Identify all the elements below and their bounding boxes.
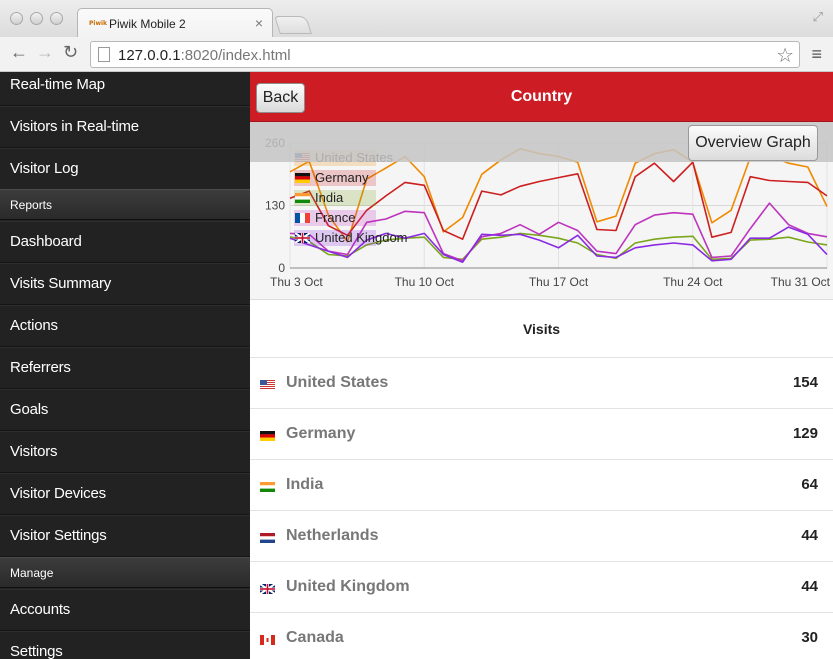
- url-text[interactable]: 127.0.0.1:8020/index.html: [118, 47, 291, 64]
- flag-nl-icon: [260, 530, 275, 543]
- sidebar-item-visitor-settings[interactable]: Visitor Settings: [0, 515, 250, 557]
- browser-tab[interactable]: Piwik Piwik Mobile 2 ×: [77, 8, 273, 38]
- flag-de-icon: [260, 428, 275, 441]
- graph-area: 0130260Thu 3 OctThu 10 OctThu 17 OctThu …: [250, 122, 833, 300]
- visits-value: 129: [792, 425, 818, 442]
- y-tick-label: 130: [265, 199, 285, 213]
- menu-icon[interactable]: ≡: [811, 44, 822, 65]
- country-name: India: [286, 476, 324, 493]
- x-tick-label: Thu 31 Oct: [771, 275, 831, 289]
- visits-value: 44: [801, 527, 818, 544]
- page-title: Country: [510, 88, 573, 105]
- fullscreen-icon[interactable]: ⤢: [813, 9, 823, 25]
- y-tick-label: 0: [278, 261, 285, 275]
- legend-flag-fr-icon: [295, 213, 310, 223]
- sidebar-item-settings[interactable]: Settings: [0, 631, 250, 659]
- table-row[interactable]: United States 154: [250, 358, 833, 409]
- zoom-window-button[interactable]: [50, 12, 63, 25]
- main-content: Back Country 0130260Thu 3 OctThu 10 OctT…: [250, 72, 833, 659]
- sidebar-item-dashboard[interactable]: Dashboard: [0, 221, 250, 263]
- back-arrow-icon[interactable]: ←: [10, 42, 28, 63]
- reload-icon[interactable]: ↻: [63, 42, 78, 63]
- page-header: Back Country: [250, 72, 833, 122]
- piwik-favicon-icon: Piwik: [89, 20, 108, 27]
- sidebar-section-manage: Manage: [0, 557, 250, 588]
- close-window-button[interactable]: [10, 12, 23, 25]
- flag-us-icon: [260, 377, 275, 389]
- sidebar-item-referrers[interactable]: Referrers: [0, 347, 250, 389]
- sidebar: Real-time Map Visitors in Real-time Visi…: [0, 72, 250, 659]
- legend-label: Germany: [315, 170, 369, 185]
- sidebar-item-actions[interactable]: Actions: [0, 305, 250, 347]
- flag-gb-icon: [259, 581, 276, 595]
- legend-label: India: [315, 190, 344, 205]
- table-row[interactable]: India 64: [250, 460, 833, 511]
- address-bar[interactable]: 127.0.0.1:8020/index.html ☆: [90, 41, 800, 68]
- browser-titlebar: Piwik Piwik Mobile 2 × ⤢: [0, 0, 833, 38]
- legend-label: France: [315, 210, 355, 225]
- bookmark-star-icon[interactable]: ☆: [776, 43, 794, 68]
- country-name: Canada: [286, 629, 344, 646]
- tab-close-icon[interactable]: ×: [255, 15, 263, 31]
- table-row[interactable]: Netherlands 44: [250, 511, 833, 562]
- legend-flag-gb-icon: [295, 233, 310, 243]
- country-name: Germany: [286, 425, 356, 442]
- sidebar-item-visitor-log[interactable]: Visitor Log: [0, 148, 250, 190]
- url-path: :8020/index.html: [180, 47, 291, 64]
- page-icon: [98, 47, 110, 62]
- flag-ca-icon: [260, 632, 275, 645]
- table-row[interactable]: United Kingdom 44: [250, 562, 833, 613]
- legend-flag-de-icon: [295, 173, 310, 183]
- country-name: United Kingdom: [286, 578, 410, 595]
- sidebar-item-visits-summary[interactable]: Visits Summary: [0, 263, 250, 305]
- visits-value: 30: [801, 629, 818, 646]
- new-tab-button[interactable]: [274, 16, 312, 34]
- x-tick-label: Thu 10 Oct: [395, 275, 455, 289]
- table-row[interactable]: Canada 30: [250, 613, 833, 659]
- legend-label: United Kingdom: [315, 230, 408, 245]
- legend-flag-in-icon: [295, 193, 310, 203]
- sidebar-item-accounts[interactable]: Accounts: [0, 589, 250, 631]
- forward-arrow-icon[interactable]: →: [36, 42, 54, 63]
- visits-value: 64: [801, 476, 818, 493]
- minimize-window-button[interactable]: [30, 12, 43, 25]
- sidebar-item-realtime-map[interactable]: Real-time Map: [0, 72, 250, 106]
- table-row[interactable]: Germany 129: [250, 409, 833, 460]
- country-name: Netherlands: [286, 527, 379, 544]
- overview-graph-button[interactable]: Overview Graph: [688, 125, 818, 161]
- flag-in-icon: [260, 479, 275, 492]
- visits-value: 44: [801, 578, 818, 595]
- sidebar-item-visitors-realtime[interactable]: Visitors in Real-time: [0, 106, 250, 148]
- url-host: 127.0.0.1: [118, 47, 181, 64]
- x-tick-label: Thu 24 Oct: [663, 275, 723, 289]
- x-tick-label: Thu 17 Oct: [529, 275, 589, 289]
- country-name: United States: [286, 374, 389, 391]
- visits-value: 154: [792, 374, 818, 391]
- sidebar-item-visitor-devices[interactable]: Visitor Devices: [0, 473, 250, 515]
- sidebar-section-reports: Reports: [0, 189, 250, 220]
- sidebar-item-goals[interactable]: Goals: [0, 389, 250, 431]
- browser-toolbar: ← → ↻ 127.0.0.1:8020/index.html ☆ ≡: [0, 37, 833, 72]
- visits-heading: Visits: [250, 301, 833, 358]
- x-tick-label: Thu 3 Oct: [270, 275, 323, 289]
- sidebar-item-visitors[interactable]: Visitors: [0, 431, 250, 473]
- tab-title: Piwik Mobile 2: [109, 17, 186, 31]
